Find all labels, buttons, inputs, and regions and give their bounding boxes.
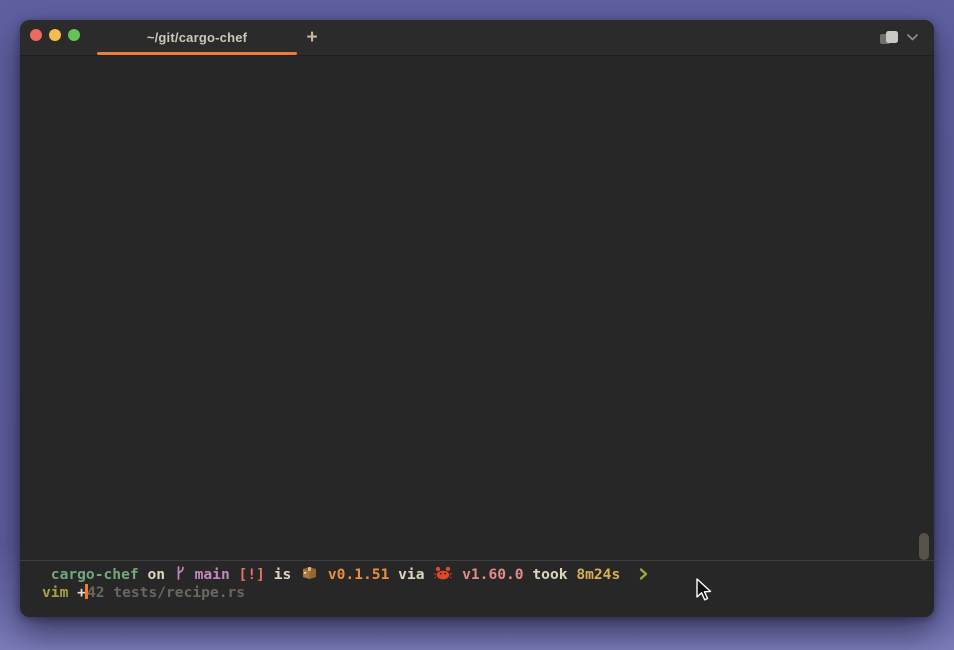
active-tab-indicator xyxy=(97,52,297,55)
chevron-down-icon xyxy=(907,34,918,41)
tab-active[interactable]: ~/git/cargo-chef xyxy=(97,20,297,55)
terminal-screen[interactable]: cargo-chef on main [!] is v0.1.51 via v1… xyxy=(20,57,934,617)
prompt-text-segment: 42 tests/recipe.rs xyxy=(87,584,245,601)
prompt-text-segment: is xyxy=(265,566,300,583)
new-tab-button[interactable]: + xyxy=(299,25,325,51)
prompt-text-segment: v1.60.0 xyxy=(453,566,523,583)
profiles-dropdown-button[interactable] xyxy=(880,20,918,55)
terminal-window: ~/git/cargo-chef + cargo-chef on main [!… xyxy=(20,20,934,617)
command-line: vim +42 tests/recipe.rs xyxy=(42,583,904,602)
prompt-text-segment: v0.1.51 xyxy=(319,566,389,583)
zoom-button[interactable] xyxy=(68,29,80,41)
prompt-text-segment: + xyxy=(68,584,86,601)
prompt-text-segment: on xyxy=(139,566,174,583)
prompt-text-segment: main xyxy=(186,566,230,583)
minimize-button[interactable] xyxy=(49,29,61,41)
prompt-text-segment: [!] xyxy=(230,566,265,583)
overlapping-windows-icon xyxy=(880,30,900,46)
prompt-arrow-icon xyxy=(639,567,648,586)
prompt-text-segment: cargo-chef xyxy=(42,566,139,583)
shell-prompt: cargo-chef on main [!] is v0.1.51 via v1… xyxy=(42,564,904,602)
prompt-text-segment: 8m24s xyxy=(576,566,620,583)
desktop-background: ~/git/cargo-chef + cargo-chef on main [!… xyxy=(0,0,954,650)
prompt-line: cargo-chef on main [!] is v0.1.51 via v1… xyxy=(42,564,904,583)
prompt-text-segment: vim xyxy=(42,584,68,601)
shell-mark-divider xyxy=(20,560,934,561)
tab-title: ~/git/cargo-chef xyxy=(147,30,247,45)
crab-icon xyxy=(434,565,452,586)
close-button[interactable] xyxy=(30,29,42,41)
prompt-text-segment xyxy=(620,566,638,583)
prompt-text-segment: via xyxy=(389,566,433,583)
package-icon xyxy=(301,564,318,586)
prompt-text-segment: took xyxy=(524,566,577,583)
scrollbar-thumb[interactable] xyxy=(919,533,929,560)
tab-bar: ~/git/cargo-chef + xyxy=(20,20,934,56)
window-controls xyxy=(30,29,80,41)
